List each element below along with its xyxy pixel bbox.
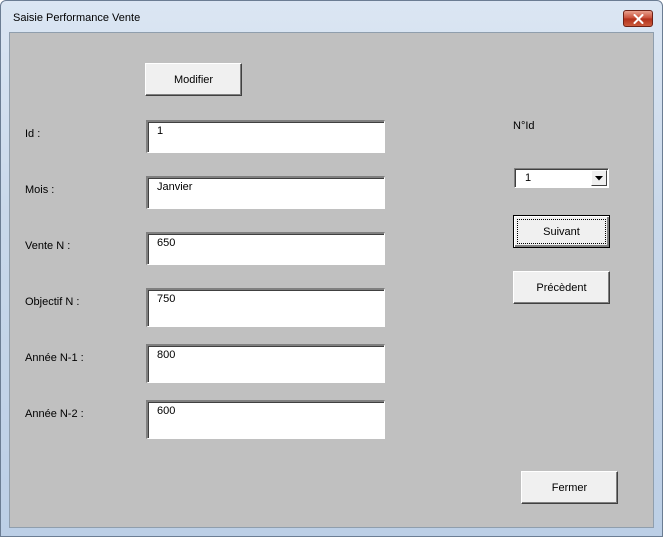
nid-selected-value: 1 [525,172,532,184]
window-title: Saisie Performance Vente [13,12,141,24]
id-field[interactable]: 1 [146,120,385,153]
vente-n-field[interactable]: 650 [146,232,385,265]
annee-n1-field[interactable]: 800 [146,344,385,383]
chevron-down-icon [595,176,603,181]
precedent-button-label: Précèdent [536,281,587,294]
close-button[interactable] [623,10,653,27]
nid-label: N°Id [513,120,535,132]
suivant-button-label: Suivant [543,225,580,238]
mois-label: Mois : [25,184,55,196]
precedent-button[interactable]: Précèdent [513,271,610,304]
annee-n2-label: Année N-2 : [25,408,84,420]
mois-field[interactable]: Janvier [146,176,385,209]
dropdown-button[interactable] [591,170,607,186]
vente-n-label: Vente N : [25,240,71,252]
id-label: Id : [25,128,41,140]
dialog-window: Saisie Performance Vente Modifier Id : 1… [0,0,663,537]
fermer-button[interactable]: Fermer [521,471,618,504]
suivant-button[interactable]: Suivant [513,215,610,248]
modifier-button-label: Modifier [173,73,214,86]
objectif-n-label: Objectif N : [25,296,80,308]
modifier-button[interactable]: Modifier [145,63,242,96]
objectif-n-field[interactable]: 750 [146,288,385,327]
nid-select[interactable]: 1 [514,168,609,188]
annee-n1-label: Année N-1 : [25,352,84,364]
form-body: Modifier Id : 1 Mois : Janvier Vente N :… [9,32,654,528]
close-icon [633,14,644,24]
title-bar[interactable]: Saisie Performance Vente [1,1,662,31]
fermer-button-label: Fermer [551,481,588,494]
annee-n2-field[interactable]: 600 [146,400,385,439]
